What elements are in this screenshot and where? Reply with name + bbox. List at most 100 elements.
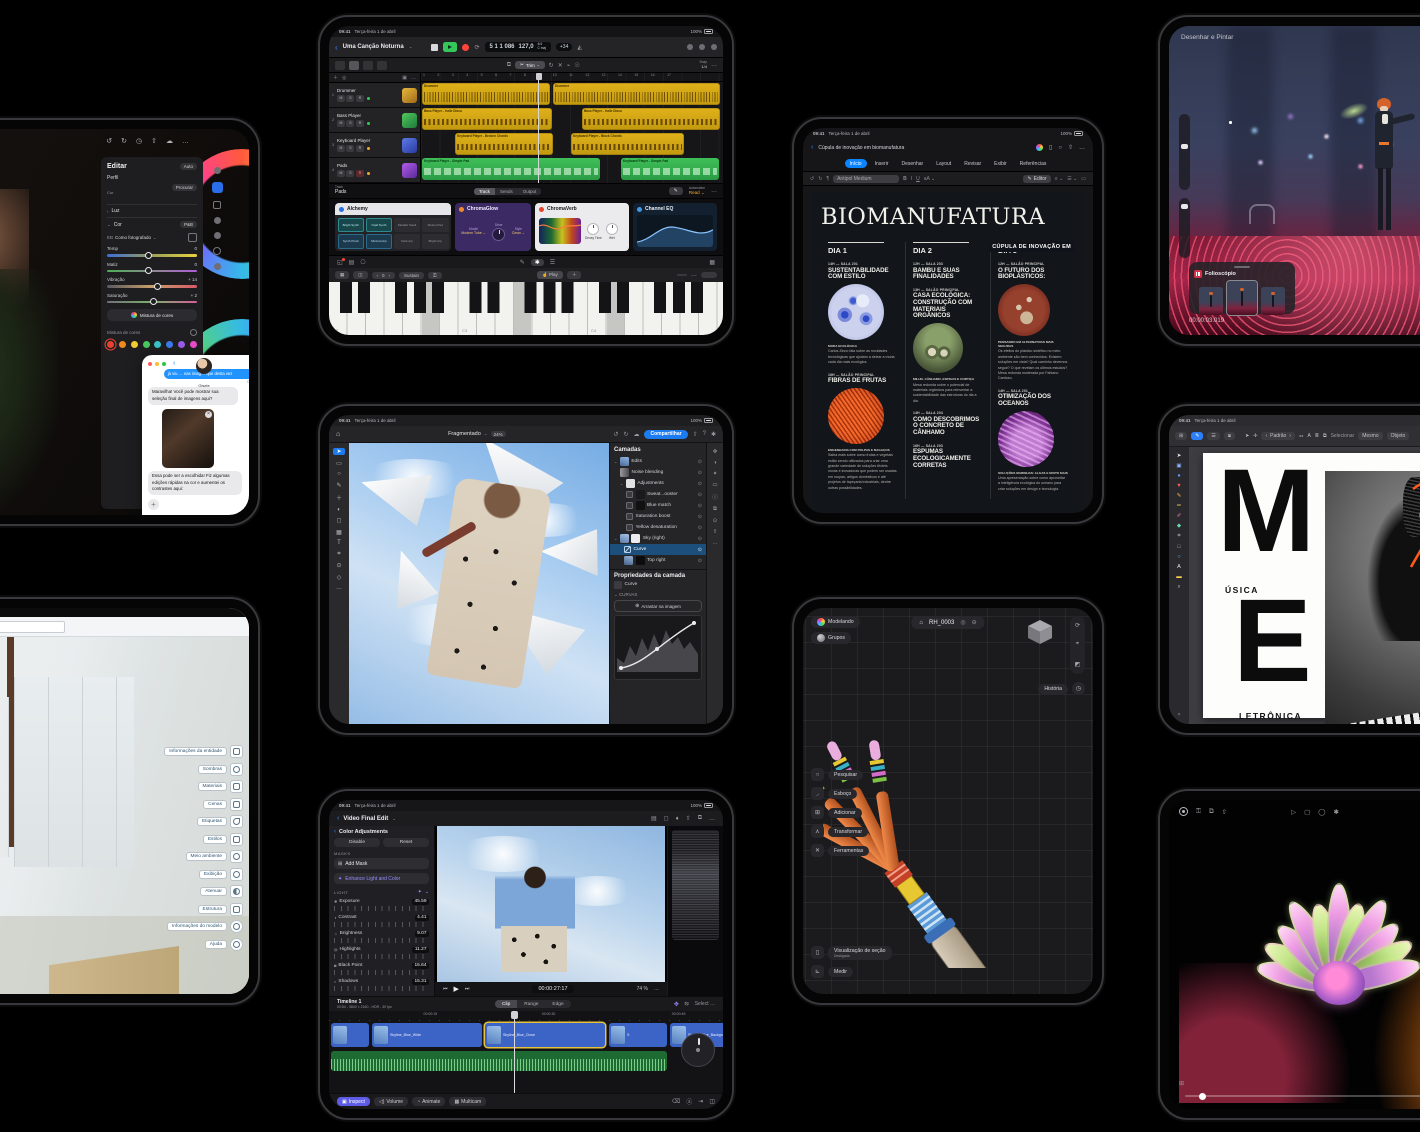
alchemy-preset[interactable]: Opal Synth [366, 218, 393, 233]
document-name[interactable]: Fragmentado [448, 431, 481, 437]
layer-row[interactable]: ⌄Adjustments⊙ [610, 478, 706, 489]
slider-ruler[interactable] [334, 954, 429, 959]
font-field[interactable]: Antipol Medium [833, 175, 899, 183]
zoom-tool[interactable]: ⌕ [1177, 584, 1180, 591]
zoom-level[interactable]: 24% [491, 431, 506, 437]
zoom-fit-icon[interactable]: ⌖ [1076, 641, 1079, 648]
select-menu[interactable]: Select … [695, 1001, 715, 1007]
appearance-icon[interactable]: ◩ [1075, 661, 1081, 668]
back-icon[interactable]: ‹ [337, 815, 339, 822]
audition-icon[interactable]: ⓐ [686, 1097, 692, 1106]
alchemy-preset[interactable]: Synth Pluck [338, 234, 365, 249]
timeline-clip[interactable]: S [609, 1023, 667, 1047]
mixer-view-icon[interactable] [377, 61, 387, 70]
plugins-icon[interactable]: ⎔ [360, 259, 365, 266]
record-icon[interactable] [1179, 807, 1188, 816]
cycle-icon[interactable]: ⟳ [474, 44, 479, 51]
sustain-button[interactable]: Sustain [399, 272, 424, 279]
alchemy-preset[interactable]: Bright Arp [422, 234, 449, 249]
lock-icon[interactable]: ⚿ [1196, 808, 1201, 816]
redo-icon[interactable]: ↻ [121, 137, 127, 145]
yellow-dot[interactable] [131, 341, 138, 348]
slider-vibracao[interactable]: Vibração+ 14 [107, 277, 197, 288]
align-icon[interactable]: ≡ ⌄ [1055, 176, 1064, 182]
metronome-icon[interactable] [699, 44, 705, 50]
frame-thumbnail[interactable] [1199, 287, 1223, 315]
pages-panel-icon[interactable]: ⊞ [1175, 432, 1187, 440]
mute-button[interactable]: M [337, 120, 345, 127]
history-clock-icon[interactable]: ◷ [1072, 682, 1085, 695]
automation-mode[interactable]: Read ⌄ [689, 190, 705, 195]
mute-button[interactable]: M [337, 170, 345, 177]
masking-icon[interactable] [214, 232, 221, 239]
help-icon[interactable]: ? [703, 431, 706, 437]
import-icon[interactable]: ▤ [651, 815, 657, 822]
layers-list-icon[interactable]: ☰ [1207, 432, 1219, 440]
display-icon[interactable] [230, 868, 243, 881]
modeling-mode-button[interactable]: Modelando [811, 616, 860, 628]
track-row-drummer[interactable]: 1 DrummerMSR [329, 83, 420, 108]
eraser-tool[interactable]: ◻ [337, 517, 342, 524]
tags-button[interactable]: Etiquetas [197, 815, 243, 828]
filters-icon[interactable]: ✦ [713, 471, 718, 477]
collaborate-icon[interactable]: ▯ [1049, 144, 1052, 151]
plugin-alchemy[interactable]: Alchemy Bright Synth Opal Synth Metallic… [335, 203, 451, 251]
layer-row[interactable]: Top right⊙ [610, 555, 706, 566]
track-row-bass[interactable]: 2 Bass PlayerMSR [329, 108, 420, 133]
project-title[interactable]: Video Final Edit [343, 816, 388, 822]
layer-row[interactable]: Saturation boost⊙ [610, 511, 706, 522]
style-value[interactable]: Clean ⌄ [512, 231, 525, 236]
arrange-icon[interactable]: ✥ [713, 449, 718, 455]
share-button[interactable]: Compartilhar [644, 430, 687, 439]
more-icon[interactable]: … [711, 62, 717, 68]
slider-highlights[interactable]: ◍Highlights11.27 [334, 947, 429, 953]
camera-icon[interactable]: ◻ [664, 815, 669, 822]
document-title[interactable]: Cúpula de inovação em biomanufatura [818, 145, 904, 151]
track-row-keyboard[interactable]: 3 Keyboard PlayerMSR [329, 133, 420, 158]
extend-icon[interactable]: ⇥ [698, 1098, 703, 1105]
vector-brush-tool[interactable]: ▼ [1176, 483, 1181, 489]
mute-button[interactable]: M [337, 145, 345, 152]
slider-knob[interactable] [154, 283, 161, 290]
slider-black-point[interactable]: ◙Black Point15.64 [334, 963, 429, 969]
fade-icon[interactable] [230, 885, 243, 898]
view-icon[interactable]: ⧉ [698, 815, 702, 822]
solo-button[interactable]: S [346, 145, 354, 152]
key-offset[interactable]: +34 [556, 43, 572, 51]
more-icon[interactable]: … [712, 540, 718, 546]
settings-icon[interactable]: ✱ [1334, 808, 1339, 816]
play-button[interactable] [443, 42, 457, 52]
layer-row[interactable]: ⌄Sky (right)⊙ [610, 533, 706, 544]
cycle-mode-icon[interactable] [687, 44, 693, 50]
entity-info-icon[interactable] [230, 745, 243, 758]
layer-row[interactable]: Blue match⊙ [610, 500, 706, 511]
tab-revisar[interactable]: Revisar [959, 159, 986, 168]
object-button[interactable]: Objeto [1387, 432, 1410, 440]
redo-icon[interactable]: ↻ [818, 176, 822, 182]
orange-dot[interactable] [119, 341, 126, 348]
display-button[interactable]: Exibição [199, 868, 243, 881]
layer-row[interactable]: ⌄Edits⊙ [610, 456, 706, 467]
play-icon[interactable]: ▷ [1291, 808, 1296, 816]
cloud-icon[interactable]: ☁ [633, 431, 639, 438]
arpeggiator-icon[interactable]: ◫ [353, 271, 367, 279]
eyedropper-tool[interactable]: ⊙ [336, 562, 341, 569]
delete-icon[interactable]: ⌫ [672, 1098, 680, 1105]
mic-icon[interactable]: ♦ [676, 816, 679, 822]
settings-icon[interactable] [190, 329, 197, 336]
jog-wheel[interactable] [681, 1033, 715, 1067]
vector-persona-icon[interactable]: ✎ [1191, 432, 1203, 440]
slider-knob[interactable] [145, 267, 152, 274]
crop-tool[interactable]: ⌗ [1177, 533, 1180, 540]
wand-icon[interactable]: ✦ [418, 889, 422, 895]
layer-row[interactable]: Noise blending⊙ [610, 467, 706, 478]
tab-referencias[interactable]: Referências [1015, 159, 1052, 168]
spread-selector[interactable]: ‹Padrão› [1261, 432, 1294, 440]
frame-icon[interactable]: ▢ [1304, 808, 1310, 816]
back-icon[interactable]: ‹ [173, 360, 175, 367]
frame-thumbnail[interactable] [1261, 287, 1285, 315]
region[interactable]: Drummer [422, 83, 550, 105]
timeline-clip[interactable] [331, 1023, 369, 1047]
more-icon[interactable]: … [691, 272, 697, 278]
document-switcher[interactable]: ⌂ RH_0003 ◎ ⊖ [911, 616, 984, 629]
